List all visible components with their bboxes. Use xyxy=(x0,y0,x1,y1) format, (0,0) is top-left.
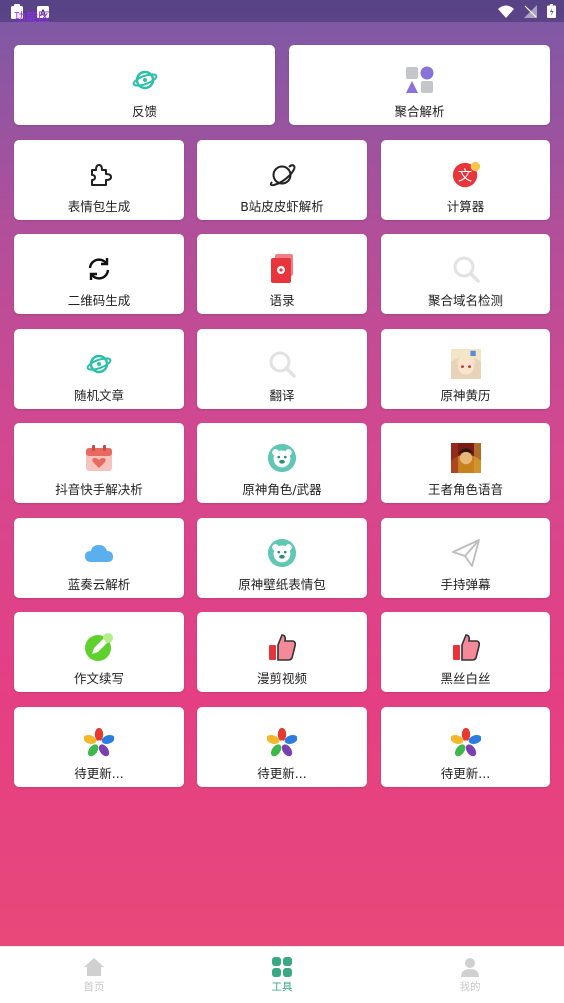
flower-icon xyxy=(267,727,297,757)
nav-mine[interactable]: 我的 xyxy=(376,947,564,1003)
paper-plane-icon xyxy=(451,538,481,568)
tool-card[interactable]: 抖音快手解决析 xyxy=(14,423,184,503)
tool-label: 抖音快手解决析 xyxy=(55,482,143,497)
tool-label: 王者角色语音 xyxy=(427,482,503,497)
calendar-heart-icon xyxy=(84,443,114,473)
tool-label: 语录 xyxy=(269,293,295,308)
svg-text:文: 文 xyxy=(458,169,472,185)
tool-label: 作文续写 xyxy=(73,671,124,686)
status-bar: A 功能区 xyxy=(0,0,564,22)
tool-card[interactable]: 手持弹幕 xyxy=(381,518,550,598)
search-icon xyxy=(451,254,481,284)
anime-avatar-icon xyxy=(450,349,481,379)
bear-icon xyxy=(267,538,297,568)
search-icon xyxy=(267,349,297,379)
nav-tools[interactable]: 工具 xyxy=(188,947,376,1003)
tool-label: 蓝奏云解析 xyxy=(67,577,131,592)
thumbs-up-icon xyxy=(451,632,481,662)
tool-label: 聚合域名检测 xyxy=(427,293,503,308)
tool-card[interactable]: 聚合域名检测 xyxy=(381,234,550,314)
tool-card[interactable]: B站皮皮虾解析 xyxy=(197,140,367,220)
nav-tools-label: 工具 xyxy=(271,981,293,993)
tool-card[interactable]: 反馈 xyxy=(14,45,275,125)
tool-label: 手持弹幕 xyxy=(440,577,491,592)
tool-label: 聚合解析 xyxy=(394,104,445,119)
bottom-nav: 首页 工具 我的 xyxy=(0,946,564,1003)
page-title: 功能区 xyxy=(14,11,51,22)
home-icon xyxy=(84,958,104,976)
tool-card[interactable]: 待更新... xyxy=(381,707,550,787)
tool-label: 反馈 xyxy=(131,104,157,119)
tool-card[interactable]: 聚合解析 xyxy=(289,45,550,125)
tool-card[interactable]: 黑丝白丝 xyxy=(381,612,550,692)
tool-card[interactable]: 原神角色/武器 xyxy=(197,423,367,503)
flower-icon xyxy=(84,727,114,757)
cloud-icon xyxy=(84,538,114,568)
tool-label: 待更新... xyxy=(257,766,307,781)
planet-icon xyxy=(84,349,114,379)
tool-label: 黑丝白丝 xyxy=(440,671,491,686)
tool-label: 待更新... xyxy=(440,766,491,781)
tool-label: 表情包生成 xyxy=(67,199,131,214)
pencil-icon xyxy=(84,632,114,662)
nav-mine-label: 我的 xyxy=(459,981,481,993)
tool-label: 随机文章 xyxy=(73,388,124,403)
tool-label: 漫剪视频 xyxy=(256,671,307,686)
tool-card[interactable]: 文计算器 xyxy=(381,140,550,220)
battery-icon xyxy=(547,4,556,18)
translate-icon: 文 xyxy=(451,160,481,190)
grid-icon xyxy=(272,957,292,977)
tool-card[interactable]: 漫剪视频 xyxy=(197,612,367,692)
tool-card[interactable]: 二维码生成 xyxy=(14,234,184,314)
tool-label: 原神黄历 xyxy=(440,388,491,403)
planet-icon xyxy=(130,65,160,95)
flower-icon xyxy=(450,727,481,757)
tool-card[interactable]: 作文续写 xyxy=(14,612,184,692)
wifi-icon xyxy=(498,5,514,18)
tool-label: 计算器 xyxy=(446,199,485,214)
shapes-icon xyxy=(405,65,435,95)
hero-avatar-icon xyxy=(450,443,481,473)
tool-card[interactable]: 待更新... xyxy=(197,707,367,787)
nav-home-label: 首页 xyxy=(83,981,105,993)
tool-label: 原神角色/武器 xyxy=(242,482,322,497)
tool-card[interactable]: 原神壁纸表情包 xyxy=(197,518,367,598)
red-note-icon xyxy=(267,254,297,284)
tool-card[interactable]: 随机文章 xyxy=(14,329,184,409)
signal-icon xyxy=(524,4,537,18)
tool-label: 待更新... xyxy=(74,766,124,781)
sync-icon xyxy=(84,254,114,284)
tool-card[interactable]: 表情包生成 xyxy=(14,140,184,220)
tool-card[interactable]: 蓝奏云解析 xyxy=(14,518,184,598)
tool-card[interactable]: 王者角色语音 xyxy=(381,423,550,503)
puzzle-icon xyxy=(84,160,114,190)
person-icon xyxy=(461,958,479,977)
bear-icon xyxy=(267,443,297,473)
planet-outline-icon xyxy=(267,160,297,190)
tool-label: 翻译 xyxy=(269,388,295,403)
tool-card[interactable]: 待更新... xyxy=(14,707,184,787)
tool-label: 二维码生成 xyxy=(67,293,131,308)
tool-card[interactable]: 语录 xyxy=(197,234,367,314)
tool-label: 原神壁纸表情包 xyxy=(238,577,326,592)
tool-card[interactable]: 翻译 xyxy=(197,329,367,409)
nav-home[interactable]: 首页 xyxy=(0,947,188,1003)
tool-card[interactable]: 原神黄历 xyxy=(381,329,550,409)
tool-label: B站皮皮虾解析 xyxy=(240,199,324,214)
thumbs-up-icon xyxy=(267,632,297,662)
